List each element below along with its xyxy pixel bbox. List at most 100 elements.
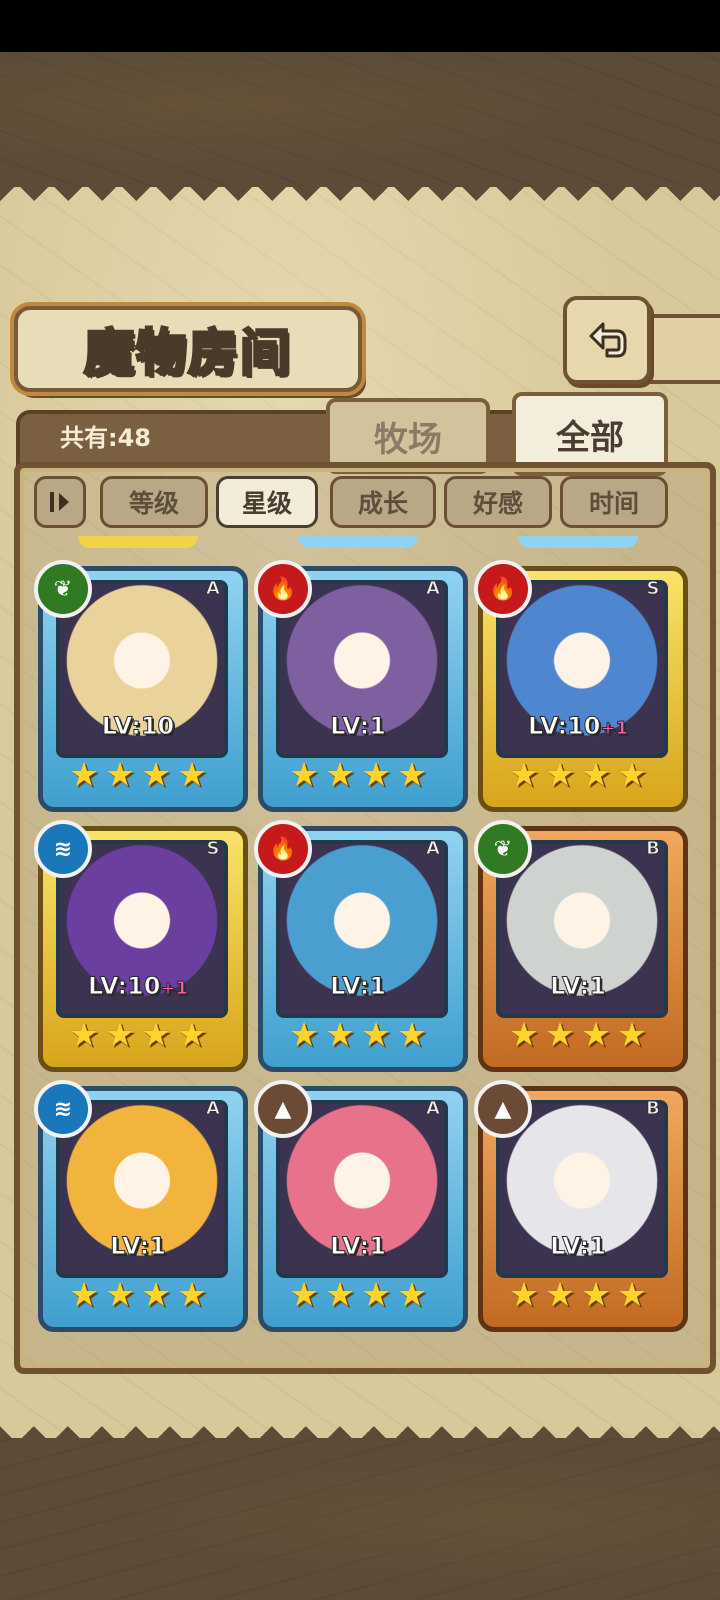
star-icon: ★ <box>324 755 356 795</box>
star-icon: ★ <box>176 1015 208 1055</box>
tab-ranch-label: 牧场 <box>374 419 442 460</box>
sort-by-star-label: 星级 <box>241 489 292 518</box>
back-button[interactable] <box>563 296 651 384</box>
star-icon: ★ <box>104 1275 136 1315</box>
monster-level: LV:1 <box>38 1232 238 1261</box>
star-icon: ★ <box>360 1275 392 1315</box>
star-icon: ★ <box>580 1015 612 1055</box>
rarity-badge: S <box>206 838 220 860</box>
sort-by-growth-label: 成长 <box>357 489 408 518</box>
star-icon: ★ <box>288 1015 320 1055</box>
star-icon: ★ <box>68 755 100 795</box>
earth-element-icon: ▲ <box>254 1080 312 1138</box>
monster-card[interactable]: A LV:1 ★ ★ ★ ★ 🔥 <box>254 820 468 1072</box>
monster-card[interactable]: S LV:10+1 ★ ★ ★ ★ ≋ <box>34 820 248 1072</box>
leaf-element-icon: ❦ <box>474 820 532 878</box>
monster-level: LV:10+1 <box>38 972 238 1001</box>
level-text: LV:10 <box>87 972 161 1001</box>
sort-by-level-button[interactable]: 等级 <box>100 476 208 528</box>
star-icon: ★ <box>68 1015 100 1055</box>
monster-level: LV:1 <box>478 1232 678 1261</box>
star-icon: ★ <box>68 1275 100 1315</box>
page-title: 魔物房间 <box>83 322 292 384</box>
background-map-bottom <box>0 1438 720 1600</box>
monster-card[interactable]: B LV:1 ★ ★ ★ ★ ❦ <box>474 820 688 1072</box>
fire-element-icon: 🔥 <box>254 820 312 878</box>
star-icon: ★ <box>360 1015 392 1055</box>
star-icon: ★ <box>616 755 648 795</box>
level-bonus: +1 <box>600 718 629 740</box>
card-peek <box>518 536 638 548</box>
rarity-badge: B <box>646 838 661 860</box>
fire-element-icon: 🔥 <box>254 560 312 618</box>
star-rating: ★ ★ ★ ★ <box>258 758 458 794</box>
leaf-element-icon: ❦ <box>34 560 92 618</box>
water-element-icon: ≋ <box>34 820 92 878</box>
star-icon: ★ <box>580 1275 612 1315</box>
sort-by-time-label: 时间 <box>588 489 639 518</box>
sort-by-star-button[interactable]: 星级 <box>216 476 318 528</box>
level-text: LV:1 <box>550 972 607 1001</box>
sort-order-icon <box>50 492 69 512</box>
monster-card[interactable]: A LV:1 ★ ★ ★ ★ 🔥 <box>254 560 468 812</box>
star-rating: ★ ★ ★ ★ <box>38 758 238 794</box>
monster-level: LV:10+1 <box>478 712 678 741</box>
level-text: LV:1 <box>550 1232 607 1261</box>
sort-by-time-button[interactable]: 时间 <box>560 476 668 528</box>
monster-card[interactable]: S LV:10+1 ★ ★ ★ ★ 🔥 <box>474 560 688 812</box>
star-icon: ★ <box>360 755 392 795</box>
star-icon: ★ <box>176 1275 208 1315</box>
star-icon: ★ <box>396 1275 428 1315</box>
title-plate: 魔物房间 <box>14 306 362 392</box>
sort-by-affection-label: 好感 <box>472 489 523 518</box>
back-button-rail <box>640 314 720 384</box>
back-arrow-icon <box>589 322 627 358</box>
star-rating: ★ ★ ★ ★ <box>478 1278 678 1314</box>
level-text: LV:1 <box>330 1232 387 1261</box>
monster-card[interactable]: A LV:1 ★ ★ ★ ★ ≋ <box>34 1080 248 1332</box>
level-text: LV:1 <box>330 972 387 1001</box>
sort-bar: 等级 星级 成长 好感 时间 <box>34 476 674 528</box>
sort-by-level-label: 等级 <box>128 489 179 518</box>
level-text: LV:1 <box>110 1232 167 1261</box>
earth-element-icon: ▲ <box>474 1080 532 1138</box>
rarity-badge: A <box>426 838 441 860</box>
star-icon: ★ <box>508 1015 540 1055</box>
monster-card[interactable]: A LV:10 ★ ★ ★ ★ ❦ <box>34 560 248 812</box>
level-bonus: +1 <box>160 978 189 1000</box>
rarity-badge: A <box>426 578 441 600</box>
sort-by-growth-button[interactable]: 成长 <box>330 476 436 528</box>
star-rating: ★ ★ ★ ★ <box>478 1018 678 1054</box>
sort-by-affection-button[interactable]: 好感 <box>444 476 552 528</box>
panel-edge-bottom <box>0 1418 720 1440</box>
monster-card[interactable]: B LV:1 ★ ★ ★ ★ ▲ <box>474 1080 688 1332</box>
star-rating: ★ ★ ★ ★ <box>478 758 678 794</box>
water-element-icon: ≋ <box>34 1080 92 1138</box>
star-icon: ★ <box>580 755 612 795</box>
star-icon: ★ <box>508 1275 540 1315</box>
monster-level: LV:1 <box>258 972 458 1001</box>
card-peek <box>298 536 418 548</box>
sort-order-toggle[interactable] <box>34 476 86 528</box>
rarity-badge: S <box>646 578 660 600</box>
monster-level: LV:1 <box>258 1232 458 1261</box>
rarity-badge: A <box>206 1098 221 1120</box>
monster-card[interactable]: A LV:1 ★ ★ ★ ★ ▲ <box>254 1080 468 1332</box>
star-icon: ★ <box>324 1275 356 1315</box>
star-icon: ★ <box>616 1015 648 1055</box>
level-text: LV:10 <box>101 712 175 741</box>
monster-level: LV:1 <box>258 712 458 741</box>
star-icon: ★ <box>616 1275 648 1315</box>
star-rating: ★ ★ ★ ★ <box>258 1018 458 1054</box>
rarity-badge: B <box>646 1098 661 1120</box>
level-text: LV:1 <box>330 712 387 741</box>
star-icon: ★ <box>544 1275 576 1315</box>
star-icon: ★ <box>104 755 136 795</box>
star-icon: ★ <box>176 755 208 795</box>
background-map-top <box>0 52 720 187</box>
star-icon: ★ <box>288 1275 320 1315</box>
star-icon: ★ <box>508 755 540 795</box>
star-rating: ★ ★ ★ ★ <box>38 1278 238 1314</box>
star-icon: ★ <box>396 1015 428 1055</box>
star-icon: ★ <box>396 755 428 795</box>
